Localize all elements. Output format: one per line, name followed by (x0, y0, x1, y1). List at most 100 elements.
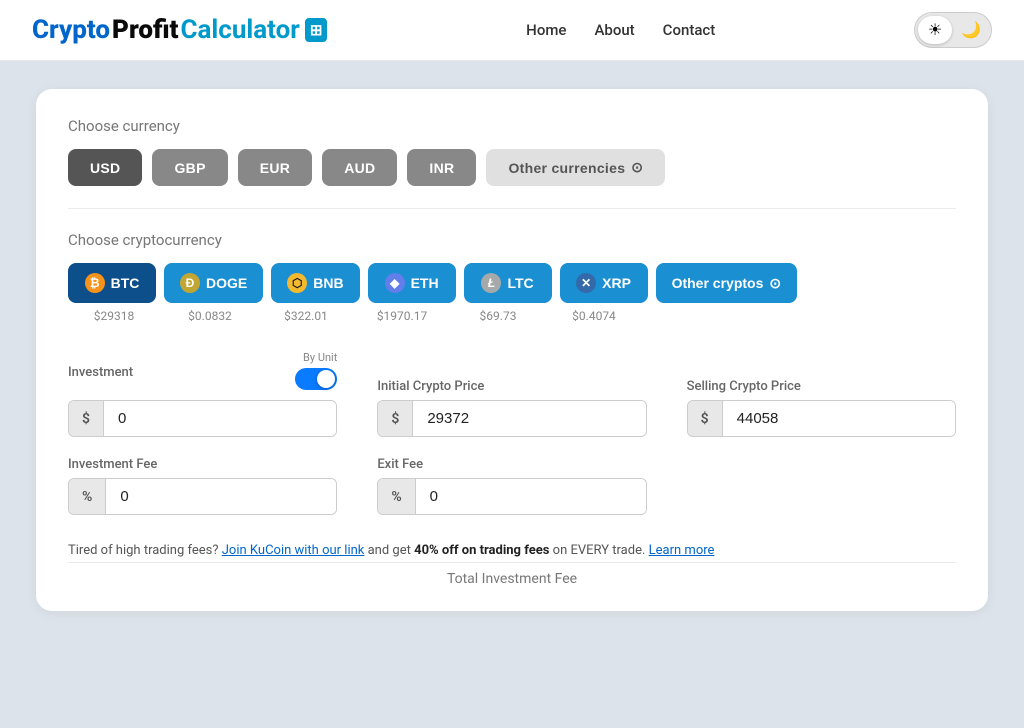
kucoin-link[interactable]: Join KuCoin with our link (222, 543, 365, 558)
bnb-icon: ⬡ (287, 273, 307, 293)
learn-more-link[interactable]: Learn more (649, 543, 715, 558)
investment-fee-prefix: % (69, 479, 106, 514)
exit-fee-input[interactable] (416, 479, 646, 514)
doge-label: DOGE (206, 275, 247, 291)
selling-price-label: Selling Crypto Price (687, 379, 956, 394)
eth-label: ETH (411, 275, 439, 291)
initial-price-input-group: $ (377, 400, 646, 437)
crypto-ltc[interactable]: Ł LTC (464, 263, 552, 303)
exit-fee-group: Exit Fee % (377, 457, 646, 515)
currency-aud[interactable]: AUD (322, 149, 397, 186)
by-unit-label: By Unit (303, 351, 337, 364)
promo-text-before: Tired of high trading fees? (68, 543, 219, 558)
exit-fee-label: Exit Fee (377, 457, 646, 472)
logo[interactable]: Crypto Profit Calculator ⊞ (32, 15, 327, 45)
logo-profit: Profit (112, 15, 178, 45)
investment-input-group: $ (68, 400, 337, 437)
selling-price-prefix: $ (688, 401, 723, 436)
other-crypto-price-space (646, 309, 766, 323)
toggle-knob (317, 370, 335, 388)
other-currencies-label: Other currencies (508, 160, 625, 176)
initial-price-prefix: $ (378, 401, 413, 436)
logo-crypto: Crypto (32, 15, 110, 45)
selling-price-group: Selling Crypto Price $ (687, 379, 956, 437)
investment-header: Investment By Unit (68, 351, 337, 394)
promo-text-after: on EVERY trade. (553, 543, 649, 558)
currency-usd[interactable]: USD (68, 149, 142, 186)
eth-icon: ◆ (385, 273, 405, 293)
calc-row-1: Investment By Unit $ (68, 351, 956, 437)
crypto-btc[interactable]: ₿ BTC (68, 263, 156, 303)
dark-mode-button[interactable]: 🌙 (954, 16, 988, 44)
ltc-icon: Ł (481, 273, 501, 293)
investment-fee-group: Investment Fee % (68, 457, 337, 515)
nav-about[interactable]: About (594, 21, 634, 39)
investment-group: Investment By Unit $ (68, 351, 337, 437)
other-cryptos-icon: ⊙ (769, 275, 781, 292)
btc-icon: ₿ (85, 273, 105, 293)
crypto-eth[interactable]: ◆ ETH (368, 263, 456, 303)
main-nav: Home About Contact (526, 21, 715, 39)
by-unit-toggle[interactable] (295, 368, 337, 390)
currency-eur[interactable]: EUR (238, 149, 312, 186)
investment-input[interactable] (104, 401, 336, 436)
logo-calculator: Calculator (180, 15, 299, 45)
crypto-buttons: ₿ BTC Ð DOGE ⬡ BNB ◆ ETH Ł LTC (68, 263, 956, 303)
calculator-card: Choose currency USD GBP EUR AUD INR Othe… (36, 89, 988, 611)
initial-price-input[interactable] (413, 401, 645, 436)
initial-price-label: Initial Crypto Price (377, 379, 646, 394)
crypto-prices: $29318 $0.0832 $322.01 $1970.17 $69.73 $… (68, 309, 956, 323)
xrp-label: XRP (602, 275, 631, 291)
btc-price: $29318 (70, 309, 158, 323)
promo-bold: 40% off on trading fees (414, 543, 549, 558)
investment-label: Investment (68, 365, 133, 380)
other-currencies-button[interactable]: Other currencies ⊙ (486, 149, 665, 186)
logo-icon: ⊞ (305, 18, 328, 42)
currency-section: Choose currency USD GBP EUR AUD INR Othe… (68, 117, 956, 186)
btc-label: BTC (111, 275, 140, 291)
xrp-price: $0.4074 (550, 309, 638, 323)
other-cryptos-label: Other cryptos (672, 275, 764, 291)
nav-home[interactable]: Home (526, 21, 566, 39)
by-unit-toggle-area: By Unit (295, 351, 337, 390)
moon-icon: 🌙 (961, 20, 981, 40)
selling-price-input-group: $ (687, 400, 956, 437)
bnb-label: BNB (313, 275, 343, 291)
investment-fee-input[interactable] (106, 479, 336, 514)
crypto-section-label: Choose cryptocurrency (68, 231, 956, 249)
selling-price-input[interactable] (723, 401, 955, 436)
other-currencies-icon: ⊙ (631, 159, 643, 176)
crypto-bnb[interactable]: ⬡ BNB (271, 263, 359, 303)
crypto-doge[interactable]: Ð DOGE (164, 263, 263, 303)
currency-crypto-divider (68, 208, 956, 209)
theme-toggle: ☀ 🌙 (914, 12, 992, 48)
initial-price-group: Initial Crypto Price $ (377, 379, 646, 437)
investment-prefix: $ (69, 401, 104, 436)
currency-gbp[interactable]: GBP (152, 149, 227, 186)
sun-icon: ☀ (928, 20, 942, 40)
doge-icon: Ð (180, 273, 200, 293)
promo-text: Tired of high trading fees? Join KuCoin … (68, 543, 956, 558)
ltc-price: $69.73 (454, 309, 542, 323)
light-mode-button[interactable]: ☀ (918, 16, 952, 44)
currency-inr[interactable]: INR (407, 149, 476, 186)
currency-buttons: USD GBP EUR AUD INR Other currencies ⊙ (68, 149, 956, 186)
promo-text-middle: and get (368, 543, 411, 558)
main-content: Choose currency USD GBP EUR AUD INR Othe… (0, 61, 1024, 728)
investment-fee-input-group: % (68, 478, 337, 515)
other-cryptos-button[interactable]: Other cryptos ⊙ (656, 263, 798, 303)
crypto-xrp[interactable]: ✕ XRP (560, 263, 648, 303)
ltc-label: LTC (507, 275, 533, 291)
header: Crypto Profit Calculator ⊞ Home About Co… (0, 0, 1024, 61)
crypto-section: Choose cryptocurrency ₿ BTC Ð DOGE ⬡ BNB… (68, 231, 956, 323)
doge-price: $0.0832 (166, 309, 254, 323)
investment-fee-label: Investment Fee (68, 457, 337, 472)
exit-fee-prefix: % (378, 479, 415, 514)
total-investment-fee-label: Total Investment Fee (68, 562, 956, 587)
xrp-icon: ✕ (576, 273, 596, 293)
eth-price: $1970.17 (358, 309, 446, 323)
currency-section-label: Choose currency (68, 117, 956, 135)
nav-contact[interactable]: Contact (663, 21, 716, 39)
exit-fee-input-group: % (377, 478, 646, 515)
bnb-price: $322.01 (262, 309, 350, 323)
